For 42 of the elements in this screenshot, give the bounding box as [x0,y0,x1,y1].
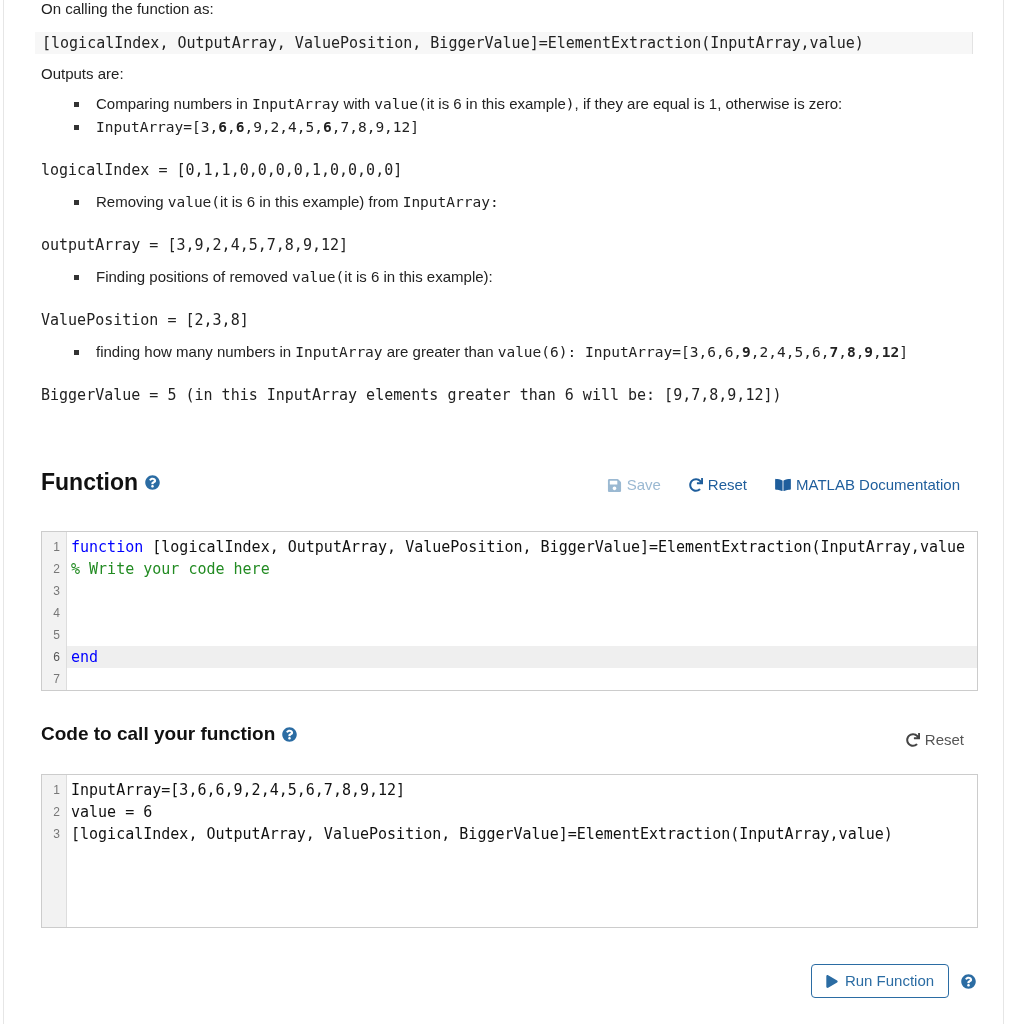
code-editor[interactable]: 1 2 3 InputArray=[3,6,6,9,2,4,5,6,7,8,9,12] value = 6 [logicalIndex, OutputArray, ValuePosition, BiggerValue]=ElementExtraction(InputArray,value) [41,774,978,928]
circular-arrow-icon [688,478,703,492]
bullet-icon [74,125,79,130]
help-icon[interactable] [282,726,298,742]
section-title: Code to call your function [41,722,276,746]
section-title: Function [41,468,139,497]
play-icon [825,974,838,988]
bullet-icon [74,350,79,355]
line-number: 2 [53,805,60,819]
reset-button[interactable]: Reset [905,731,964,749]
list-item-text: Removing value(it is 6 in this example) from InputArray: [96,192,499,213]
circular-arrow-icon [905,733,920,747]
documentation-link[interactable]: MATLAB Documentation [775,476,960,494]
result-line: outputArray = [3,9,2,4,5,7,8,9,12] [41,235,349,256]
outputs-heading: Outputs are: [41,65,124,83]
list-item-text: InputArray=[3,6,6,9,2,4,5,6,7,8,9,12] [96,118,420,138]
line-number: 3 [53,584,60,598]
line-number: 1 [53,783,60,797]
list-item-text: Comparing numbers in InputArray with value(it is 6 in this example), if they are equal is 1, otherwise is zero: [96,94,843,115]
list-item-text: finding how many numbers in InputArray are greater than value(6): InputArray=[3,6,6,9,2,4,5,6,7,8,9,12] [96,342,909,363]
line-number: 4 [53,606,60,620]
line-number: 6 [53,650,60,664]
result-line: BiggerValue = 5 (in this InputArray elements greater than 6 will be: [9,7,8,9,12]) [41,385,782,406]
result-line: logicalIndex = [0,1,1,0,0,0,0,1,0,0,0,0] [41,160,403,181]
list-item-text: Finding positions of removed value(it is 6 in this example): [96,267,493,288]
line-number: 5 [53,628,60,642]
code-block: [logicalIndex, OutputArray, ValuePosition, BiggerValue]=ElementExtraction(InputArray,value) [35,32,973,54]
intro-text: On calling the function as: [41,0,214,18]
line-number: 3 [53,827,60,841]
help-icon[interactable] [961,973,976,989]
bullet-icon [74,275,79,280]
code-editor[interactable]: 1 2 3 4 5 6 7 function [logicalIndex, OutputArray, ValuePosition, BiggerValue]=ElementExtraction(InputArray,value % Write your code here end [41,531,978,691]
bullet-icon [74,200,79,205]
result-line: ValuePosition = [2,3,8] [41,310,249,331]
run-function-button[interactable]: Run Function [811,964,949,998]
line-number: 7 [53,672,60,686]
reset-button[interactable]: Reset [688,476,748,494]
line-number: 1 [53,540,60,554]
help-icon[interactable] [145,474,161,490]
line-number: 2 [53,562,60,576]
book-icon [775,478,792,492]
bullet-icon [74,102,79,107]
